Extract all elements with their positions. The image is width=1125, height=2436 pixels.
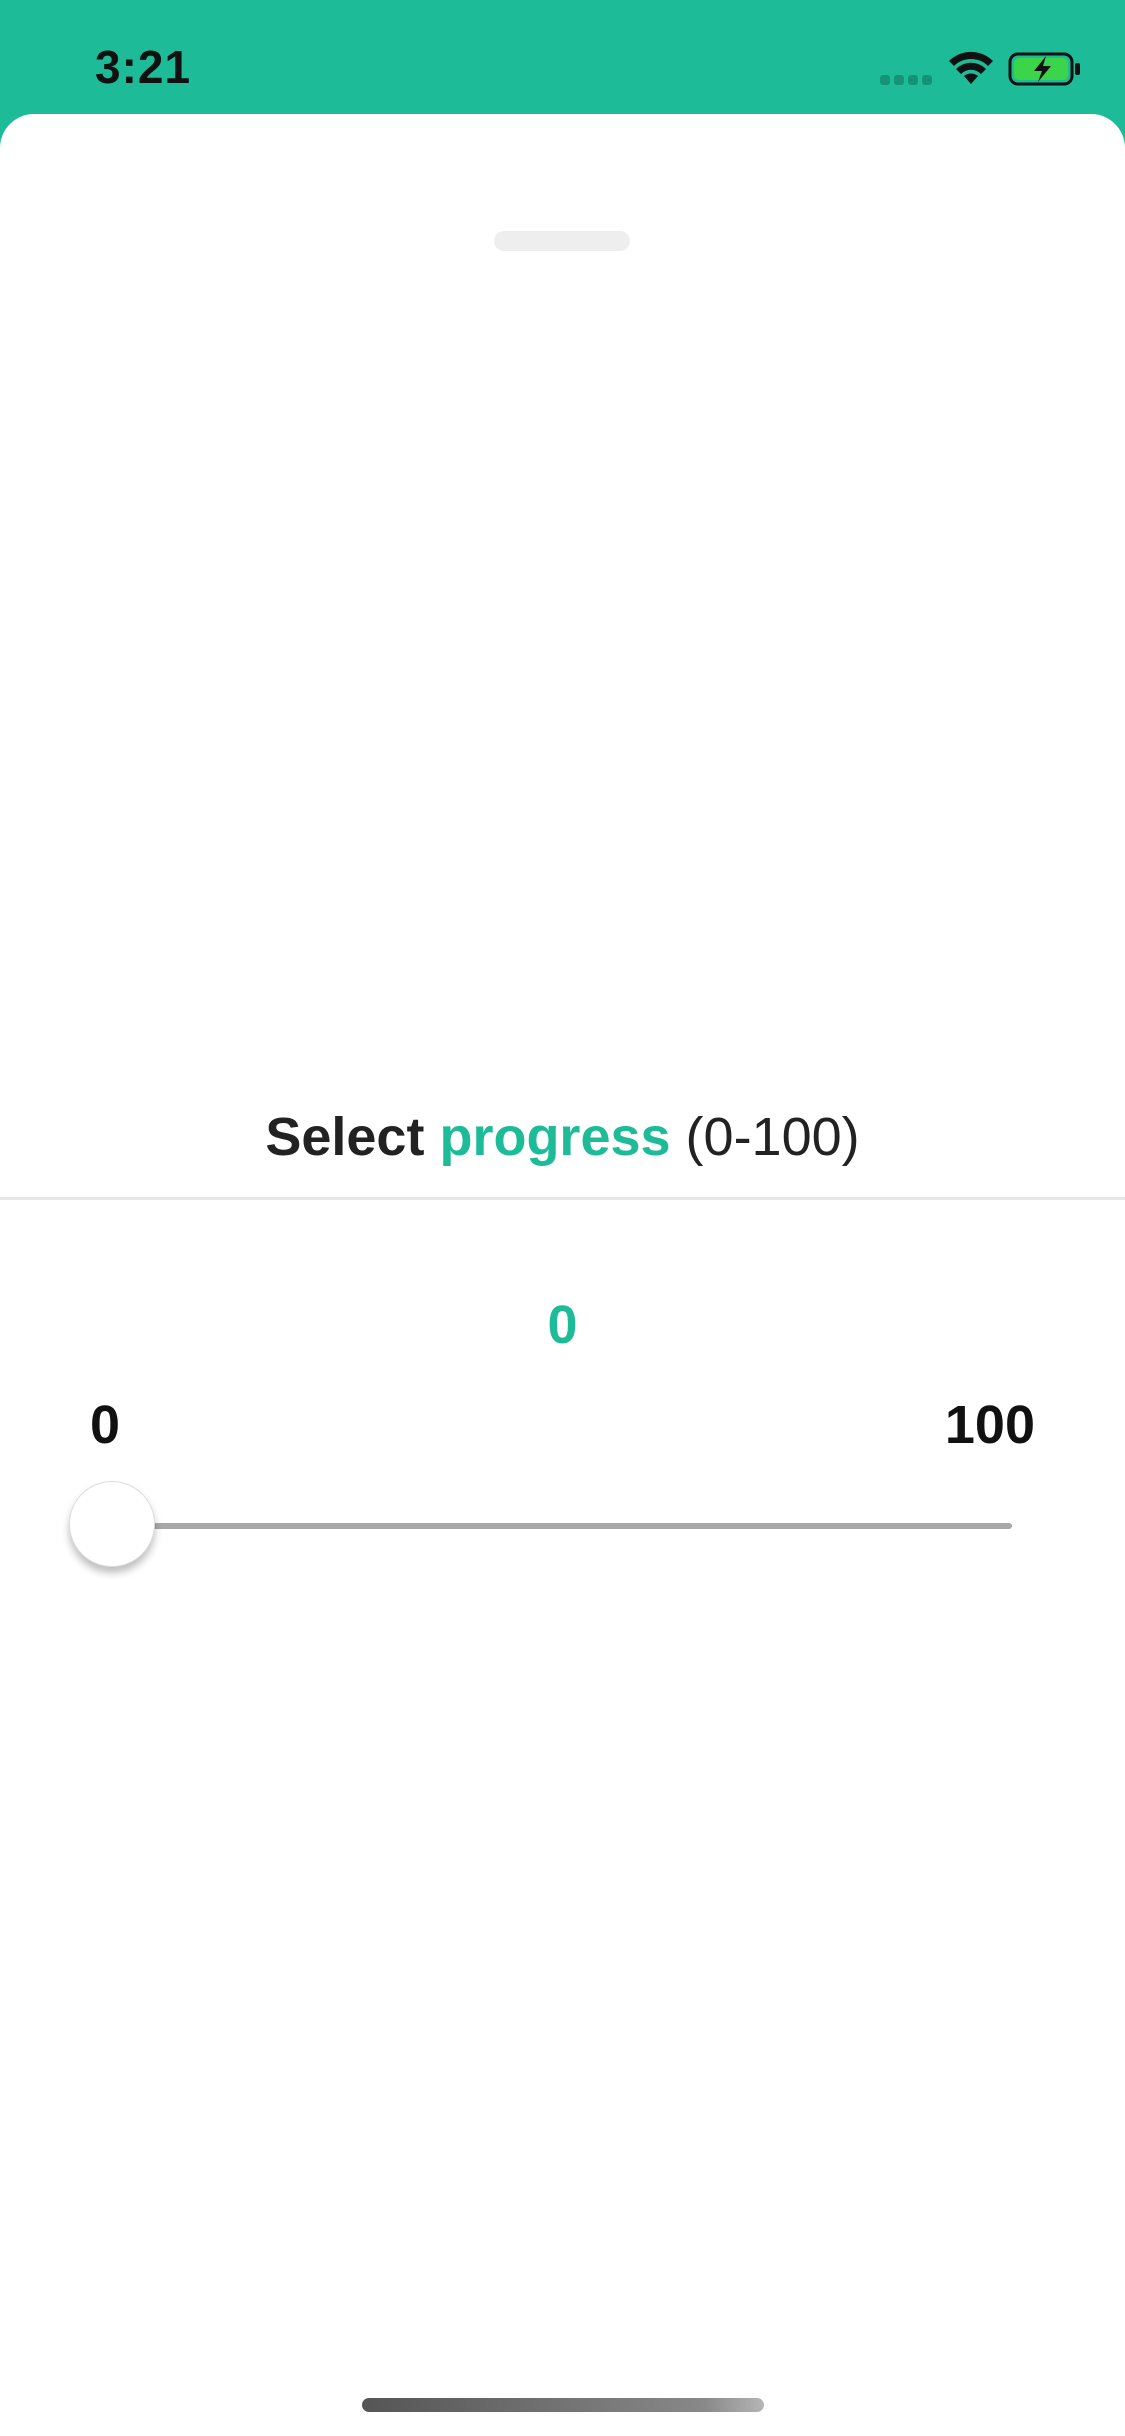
status-time: 3:21 [95,41,192,93]
home-indicator[interactable] [362,2398,764,2412]
sheet-grabber-handle[interactable] [494,231,630,251]
progress-slider[interactable] [68,1478,1016,1574]
slider-min-label: 0 [90,1395,121,1455]
slider-thumb[interactable] [69,1481,155,1567]
title-suffix: (0-100) [670,1107,860,1167]
slider-max-label: 100 [944,1395,1035,1455]
slider-track[interactable] [112,1523,1012,1529]
wifi-icon [949,51,993,84]
signal-icon [880,75,934,87]
title-prefix: Select [265,1107,440,1167]
divider [0,1197,1125,1200]
title-highlight: progress [439,1107,671,1167]
status-bar: 3:21 [0,0,1125,120]
picker-title: Select progress (0-100) [0,1106,1125,1168]
bottom-sheet: Select progress (0-100) 0 0 100 [0,114,1125,2436]
battery-charging-icon [1008,52,1080,86]
current-value: 0 [547,1295,578,1355]
